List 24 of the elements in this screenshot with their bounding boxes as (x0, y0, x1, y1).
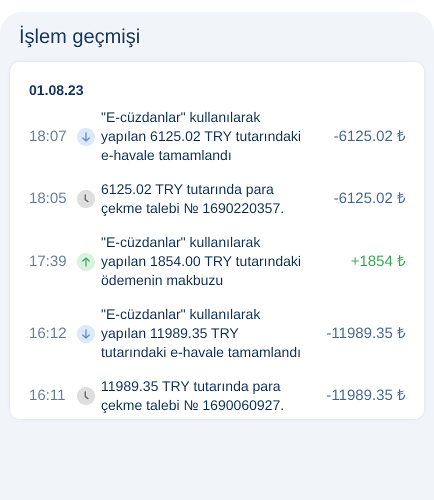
transaction-row[interactable]: 16:11 11989.35 TRY tutarında para çekme talebi № 1690060927. -11989.35 ₺ (29, 377, 406, 415)
transaction-row[interactable]: 18:07 "E-cüzdanlar" kullanılarak yapılan 6125.02 TRY tutarındaki e-havale tamamlandı -6125.02 ₺ (29, 108, 406, 165)
time-text: 16:12 (29, 324, 68, 344)
amount-text: -11989.35 ₺ (325, 386, 406, 406)
time-text: 18:07 (29, 126, 68, 146)
amount-text: +1854 ₺ (350, 252, 406, 272)
time-text: 16:11 (29, 386, 66, 406)
description-text: "E-cüzdanlar" kullanılarak yapılan 6125.02 TRY tutarındaki e-havale tamamlandı (101, 108, 302, 165)
description-text: 11989.35 TRY tutarında para çekme talebi № 1690060927. (101, 377, 286, 415)
transaction-row[interactable]: 17:39 "E-cüzdanlar" kullanılarak yapılan 1854.00 TRY tutarındaki ödemenin makbuzu +1854 ₺ (29, 233, 406, 290)
description-text: 6125.02 TRY tutarında para çekme talebi № 1690220357. (101, 180, 286, 218)
transaction-row[interactable]: 18:05 6125.02 TRY tutarında para çekme talebi № 1690220357. -6125.02 ₺ (29, 180, 406, 218)
panel-title: İşlem geçmişi (19, 25, 142, 49)
amount-text: -6125.02 ₺ (332, 189, 406, 209)
time-text: 17:39 (29, 252, 68, 272)
clock-icon (77, 190, 95, 208)
amount-text: -6125.02 ₺ (332, 126, 406, 146)
description-text: "E-cüzdanlar" kullanılarak yapılan 11989.35 TRY tutarındaki e-havale tamamlandı (101, 305, 302, 362)
amount-text: -11989.35 ₺ (325, 324, 406, 344)
clock-icon (77, 387, 95, 405)
time-text: 18:05 (29, 189, 68, 209)
description-text: "E-cüzdanlar" kullanılarak yapılan 1854.00 TRY tutarındaki ödemenin makbuzu (101, 233, 302, 290)
transaction-row[interactable]: 16:12 "E-cüzdanlar" kullanılarak yapılan 11989.35 TRY tutarındaki e-havale tamamlandı -11989.35 ₺ (29, 305, 406, 362)
date-heading: 01.08.23 (29, 81, 84, 100)
